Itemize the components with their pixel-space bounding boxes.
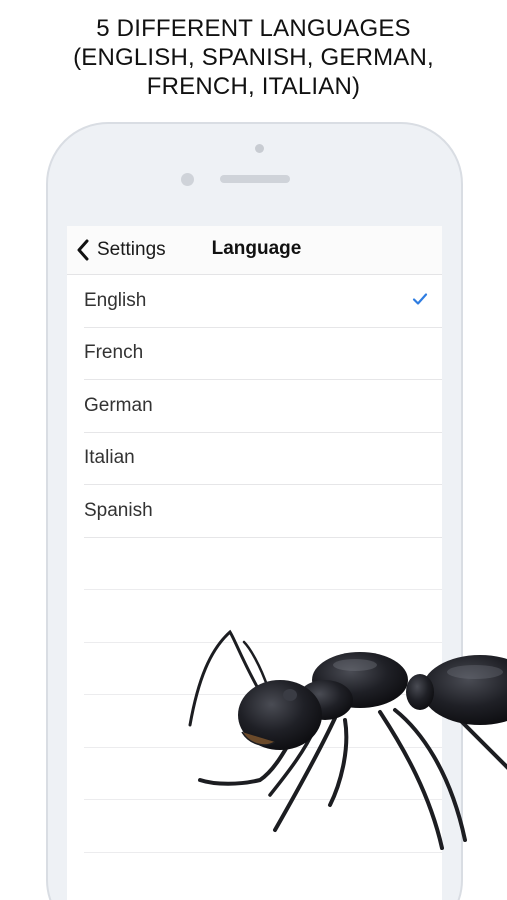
language-label: French xyxy=(84,342,144,364)
language-row-french[interactable]: French xyxy=(84,328,442,380)
ant-illustration-icon xyxy=(188,629,507,850)
app-store-screenshot: 5 DIFFERENT LANGUAGES (ENGLISH, SPANISH,… xyxy=(0,0,507,900)
earpiece-speaker xyxy=(220,175,290,183)
language-label: German xyxy=(84,394,153,416)
headline-line-1: 5 DIFFERENT LANGUAGES xyxy=(96,15,411,42)
checkmark-icon xyxy=(412,293,428,305)
front-camera xyxy=(255,144,264,153)
language-row-spanish[interactable]: Spanish xyxy=(84,485,442,538)
page-title: Language xyxy=(211,238,302,259)
language-row-english[interactable]: English xyxy=(84,275,442,328)
headline-line-3: FRENCH, ITALIAN) xyxy=(146,73,361,100)
promo-headline: 5 DIFFERENT LANGUAGES (ENGLISH, SPANISH,… xyxy=(0,14,507,101)
language-label: Spanish xyxy=(84,499,153,521)
navigation-bar: Settings Language xyxy=(67,226,442,275)
language-row-german[interactable]: German xyxy=(84,380,442,433)
headline-line-2: (ENGLISH, SPANISH, GERMAN, xyxy=(73,44,434,71)
proximity-sensor xyxy=(181,173,194,186)
language-label: English xyxy=(84,289,147,311)
language-label: Italian xyxy=(84,447,135,469)
empty-row xyxy=(84,538,442,590)
language-row-italian[interactable]: Italian xyxy=(84,433,442,485)
